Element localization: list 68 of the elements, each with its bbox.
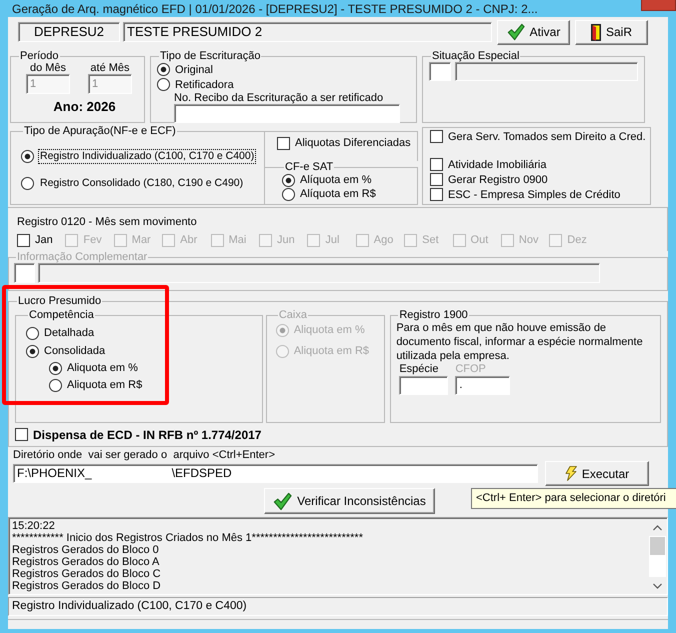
path-text: \EFDSPED xyxy=(172,465,232,482)
path-text: F:\PHOENIX_ xyxy=(17,465,92,482)
group-title: Lucro Presumido xyxy=(17,295,102,307)
exit-button[interactable]: SaiR xyxy=(575,20,648,44)
group-title: Situação Especial xyxy=(431,50,520,62)
execute-button[interactable]: Executar xyxy=(545,461,649,486)
radio-button[interactable]: Registro Individualizado (C100, C170 e C400) xyxy=(21,149,256,164)
field-label: do Mês xyxy=(30,62,66,74)
checkbox[interactable]: Dispensa de ECD - IN RFB nº 1.774/2017 xyxy=(15,427,262,442)
group-title: Caixa xyxy=(278,309,308,321)
checkbox[interactable]: Atividade Imobiliária xyxy=(430,157,546,172)
field-label: Espécie xyxy=(399,363,438,376)
log-line: Registros Gerados do Bloco C xyxy=(12,568,161,580)
verify-button[interactable]: Verificar Inconsistências xyxy=(264,488,435,514)
radio-button[interactable]: Retificadora xyxy=(157,77,234,92)
radio-button[interactable]: Aliquota em R$ xyxy=(49,378,142,392)
radio-button[interactable]: Consolidada xyxy=(26,344,106,358)
status-text: Registro Individualizado (C100, C170 e C400) xyxy=(12,600,247,612)
log-line: Registros Gerados do Bloco A xyxy=(12,556,160,568)
group-title: Tipo de Apuração(NF-e e ECF) xyxy=(23,125,177,137)
confirm-button[interactable]: Ativar xyxy=(497,20,570,44)
check-icon xyxy=(273,492,292,510)
radio-button[interactable]: Registro Consolidado (C180, C190 e C490) xyxy=(21,176,244,191)
window-title: Geração de Arq. magnético EFD | 01/01/2026 - [DEPRESU2] - TESTE PRESUMIDO 2 - CNPJ: 2... xyxy=(12,0,538,16)
lightning-icon xyxy=(564,466,577,481)
receipt-field[interactable] xyxy=(174,104,400,123)
scroll-thumb[interactable] xyxy=(650,537,665,555)
log-line: ************ Inicio dos Registros Criados no Mês 1************************** xyxy=(12,532,363,544)
field-label: Diretório onde vai ser gerado o arquivo <Ctrl+Enter> xyxy=(13,449,276,461)
log-line: 15:20:22 xyxy=(12,520,55,532)
field-label: No. Recibo da Escrituração a ser retificado xyxy=(174,92,384,104)
year-label: Ano: 2026 xyxy=(52,99,117,114)
group-title: Tipo de Escrituração xyxy=(159,50,262,62)
checkbox[interactable]: ESC - Empresa Simples de Crédito xyxy=(430,187,620,202)
description-field[interactable] xyxy=(454,62,638,81)
log-line: Registros Gerados do Bloco D xyxy=(12,580,161,592)
door-icon xyxy=(590,24,601,40)
radio-button[interactable]: Original xyxy=(157,62,213,77)
scroll-up-button[interactable] xyxy=(649,519,666,536)
directory-field[interactable]: F:\PHOENIX_ \EFDSPED xyxy=(13,464,538,483)
input-field[interactable] xyxy=(399,376,448,395)
checkbox[interactable]: Gera Serv. Tomados sem Direito a Cred. xyxy=(430,129,646,144)
radio-button[interactable]: Alíquota em % xyxy=(282,173,372,187)
chevron-down-icon xyxy=(653,582,662,588)
month-checkbox[interactable]: Jan xyxy=(17,233,53,247)
tooltip: <Ctrl+ Enter> para selecionar o diretóri xyxy=(471,488,676,509)
field-label: até Mês xyxy=(90,62,130,74)
checkbox[interactable]: Gerar Registro 0900 xyxy=(430,172,548,187)
group-title: Competência xyxy=(28,309,95,321)
radio-button[interactable]: Detalhada xyxy=(26,326,94,340)
description-text: Para o mês em que não houve emissão de documento fiscal, informar a espécie normalmente utilizada pela empresa. xyxy=(396,321,644,363)
code-input-field[interactable] xyxy=(429,62,451,81)
scroll-down-button[interactable] xyxy=(649,577,666,594)
radio-button[interactable]: Aliquota em % xyxy=(49,361,138,375)
log-line: Registros Gerados do Bloco 0 xyxy=(12,544,159,556)
chevron-up-icon xyxy=(653,524,662,530)
checkbox[interactable]: Aliquotas Diferenciadas xyxy=(277,136,411,150)
company-field[interactable]: TESTE PRESUMIDO 2 xyxy=(123,22,492,42)
section-title: Registro 0120 - Mês sem movimento xyxy=(17,216,197,229)
group-title: Registro 1900 xyxy=(398,309,469,321)
check-icon xyxy=(506,23,525,41)
group-title: Informação Complementar xyxy=(16,251,148,263)
code-field[interactable]: DEPRESU2 xyxy=(18,22,120,42)
scrollbar[interactable] xyxy=(649,519,666,594)
field-label: CFOP xyxy=(455,363,486,376)
radio-button[interactable]: Alíquota em R$ xyxy=(282,187,376,201)
group-title: CF-e SAT xyxy=(284,161,334,173)
group-title: Período xyxy=(19,50,60,62)
